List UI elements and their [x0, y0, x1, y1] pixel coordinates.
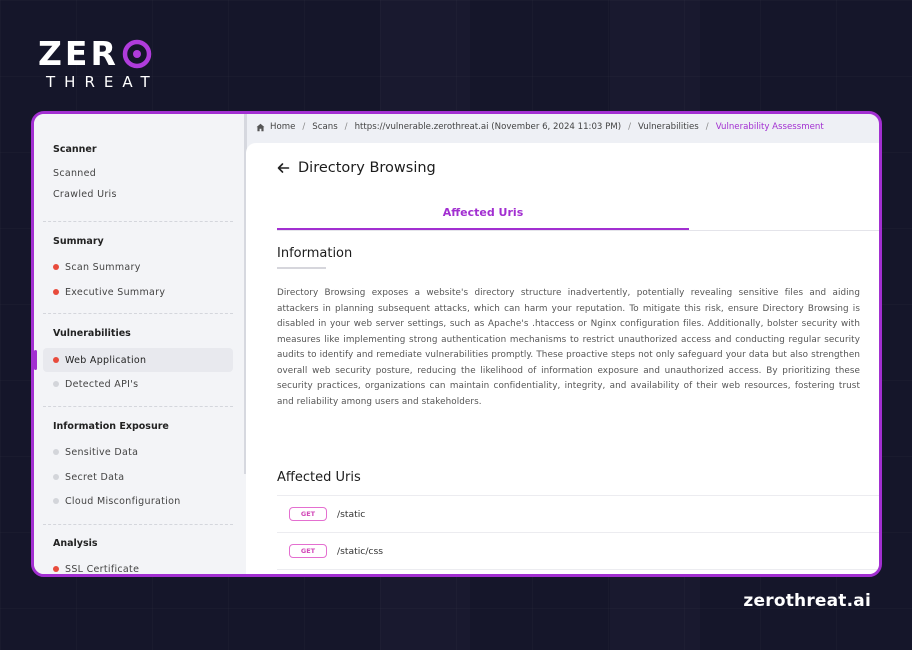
status-dot-icon	[53, 566, 59, 572]
breadcrumb-separator: /	[302, 122, 306, 132]
breadcrumb-home[interactable]: Home	[270, 122, 295, 132]
breadcrumb: Home / Scans / https://vulnerable.zeroth…	[256, 122, 824, 132]
logo-word-threat: THREAT	[46, 73, 159, 91]
sidebar-heading-information-exposure: Information Exposure	[53, 421, 169, 432]
status-dot-icon	[53, 449, 59, 455]
status-dot-icon	[53, 264, 59, 270]
sidebar-divider	[43, 221, 233, 222]
status-dot-icon	[53, 474, 59, 480]
sidebar-item-label: SSL Certificate	[65, 563, 140, 575]
uri-row[interactable]: GET /static	[277, 495, 879, 532]
sidebar-heading-analysis: Analysis	[53, 538, 98, 549]
breadcrumb-vulnerabilities[interactable]: Vulnerabilities	[638, 122, 699, 132]
uri-path: /static	[337, 508, 366, 520]
zerothreat-logo: ZER THREAT	[38, 34, 159, 91]
breadcrumb-current: Vulnerability Assessment	[715, 122, 824, 132]
sidebar-item-label: Sensitive Data	[65, 446, 139, 458]
app-window: Scanner Scanned Crawled Uris Summary Sca…	[31, 111, 882, 577]
http-method-badge: GET	[289, 544, 327, 558]
sidebar-item-detected-apis[interactable]: Detected API's	[43, 372, 233, 396]
uri-row[interactable]: GET /static/css	[277, 532, 879, 569]
sidebar-item-web-application[interactable]: Web Application	[34, 348, 233, 372]
home-icon	[256, 123, 265, 131]
main-content: Directory Browsing Affected Uris Informa…	[246, 143, 879, 574]
page-title: Directory Browsing	[298, 160, 436, 176]
sidebar-item-label: Scan Summary	[65, 261, 141, 273]
sidebar-item-label: Executive Summary	[65, 286, 166, 298]
breadcrumb-scan-target[interactable]: https://vulnerable.zerothreat.ai (Novemb…	[355, 122, 622, 132]
uri-path: /static/css	[337, 545, 384, 557]
sidebar-item-label: Scanned	[53, 167, 97, 179]
information-text: Directory Browsing exposes a website's d…	[277, 288, 860, 407]
sidebar-item-sensitive-data[interactable]: Sensitive Data	[43, 440, 233, 464]
tab-divider	[277, 230, 879, 231]
sidebar-item-label: Cloud Misconfiguration	[65, 495, 181, 507]
breadcrumb-separator: /	[705, 122, 709, 132]
sidebar-item-label: Secret Data	[65, 471, 125, 483]
sidebar-item-scan-summary[interactable]: Scan Summary	[43, 255, 233, 279]
active-indicator	[34, 350, 37, 370]
sidebar: Scanner Scanned Crawled Uris Summary Sca…	[34, 114, 247, 575]
sidebar-heading-summary: Summary	[53, 236, 104, 247]
footer-domain: zerothreat.ai	[743, 591, 871, 611]
sidebar-item-label: Detected API's	[65, 378, 139, 390]
status-dot-icon	[53, 498, 59, 504]
status-dot-icon	[53, 381, 59, 387]
status-dot-icon	[53, 289, 59, 295]
sidebar-item-label: Crawled Uris	[53, 188, 117, 200]
information-heading: Information	[277, 246, 353, 261]
logo-word-zero: ZER	[38, 34, 119, 73]
sidebar-divider	[43, 406, 233, 407]
sidebar-item-label: Web Application	[65, 354, 147, 366]
breadcrumb-separator: /	[344, 122, 348, 132]
sidebar-item-ssl-certificate[interactable]: SSL Certificate	[43, 557, 233, 575]
tab-affected-uris[interactable]: Affected Uris	[277, 206, 689, 230]
uri-row	[277, 569, 879, 574]
breadcrumb-scans[interactable]: Scans	[312, 122, 337, 132]
heading-underline	[277, 267, 326, 269]
logo-ring-icon	[122, 39, 152, 69]
page-header: Directory Browsing	[276, 160, 436, 176]
http-method-badge: GET	[289, 507, 327, 521]
sidebar-divider	[43, 524, 233, 525]
sidebar-divider	[43, 313, 233, 314]
sidebar-heading-vulnerabilities: Vulnerabilities	[53, 328, 131, 339]
sidebar-item-secret-data[interactable]: Secret Data	[43, 465, 233, 489]
affected-uris-heading: Affected Uris	[277, 470, 361, 485]
sidebar-heading-scanner: Scanner	[53, 144, 97, 155]
sidebar-item-executive-summary[interactable]: Executive Summary	[43, 280, 233, 304]
status-dot-icon	[53, 357, 59, 363]
back-arrow-icon[interactable]	[276, 161, 290, 175]
sidebar-item-crawled-uris[interactable]: Crawled Uris	[43, 182, 233, 206]
sidebar-item-cloud-misconfiguration[interactable]: Cloud Misconfiguration	[43, 489, 233, 513]
breadcrumb-separator: /	[628, 122, 631, 132]
